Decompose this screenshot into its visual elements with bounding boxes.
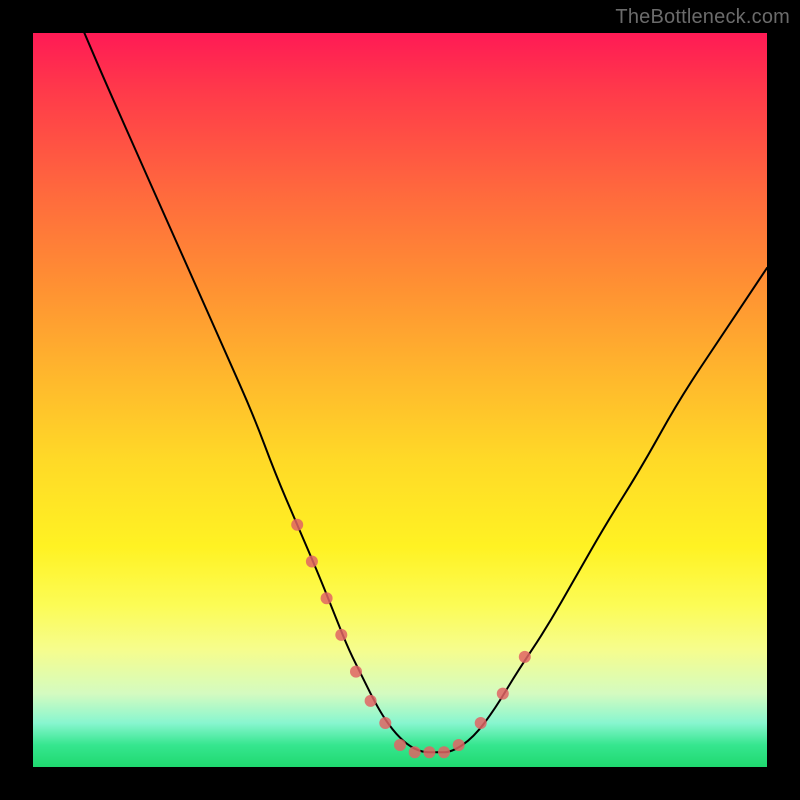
highlight-dot — [438, 746, 450, 758]
highlight-dot — [365, 695, 377, 707]
highlight-dot — [350, 666, 362, 678]
highlight-dot — [394, 739, 406, 751]
outer-frame: TheBottleneck.com — [0, 0, 800, 800]
highlight-dot — [379, 717, 391, 729]
highlight-dot — [321, 592, 333, 604]
watermark-text: TheBottleneck.com — [615, 6, 790, 29]
highlight-dot — [475, 717, 487, 729]
highlight-dot — [519, 651, 531, 663]
highlight-dot — [335, 629, 347, 641]
highlight-dot — [497, 688, 509, 700]
highlight-dot — [306, 556, 318, 568]
chart-svg — [33, 33, 767, 767]
highlight-dot — [423, 746, 435, 758]
highlight-dot — [453, 739, 465, 751]
plot-area — [33, 33, 767, 767]
highlight-dot — [409, 746, 421, 758]
curve-path — [84, 33, 767, 752]
highlight-dots — [291, 519, 531, 759]
bottleneck-curve-line — [84, 33, 767, 752]
highlight-dot — [291, 519, 303, 531]
